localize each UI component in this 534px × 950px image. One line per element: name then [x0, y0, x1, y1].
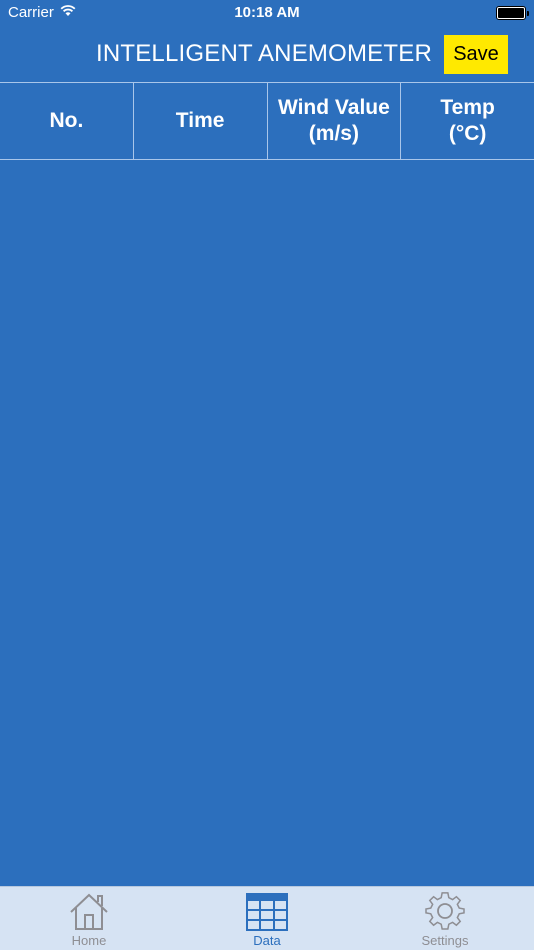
nav-bar: INTELLIGENT ANEMOMETER Save — [0, 28, 534, 82]
column-header-no: No. — [0, 83, 134, 159]
gear-icon — [425, 891, 465, 933]
tab-home[interactable]: Home — [0, 887, 178, 950]
tab-bar: Home Data Settings — [0, 886, 534, 950]
tab-label-data: Data — [253, 933, 281, 948]
column-header-time: Time — [134, 83, 268, 159]
page-title: INTELLIGENT ANEMOMETER — [95, 40, 432, 67]
grid-icon — [246, 893, 288, 933]
tab-settings[interactable]: Settings — [356, 887, 534, 950]
column-header-temp: Temp (°C) — [440, 96, 495, 145]
data-table-body[interactable] — [0, 160, 534, 886]
column-header-wind-value: Wind Value (m/s) — [268, 83, 402, 159]
table-header: No. Time Wind Value (m/s) Temp (°C) — [0, 82, 534, 160]
status-time: 10:18 AM — [234, 4, 300, 21]
tab-data[interactable]: Data — [178, 887, 356, 950]
home-icon — [69, 893, 109, 933]
battery-icon — [496, 6, 529, 20]
status-bar: Carrier 10:18 AM — [0, 0, 534, 28]
tab-label-settings: Settings — [421, 933, 469, 948]
save-button[interactable]: Save — [444, 35, 508, 74]
tab-label-home: Home — [71, 933, 107, 948]
